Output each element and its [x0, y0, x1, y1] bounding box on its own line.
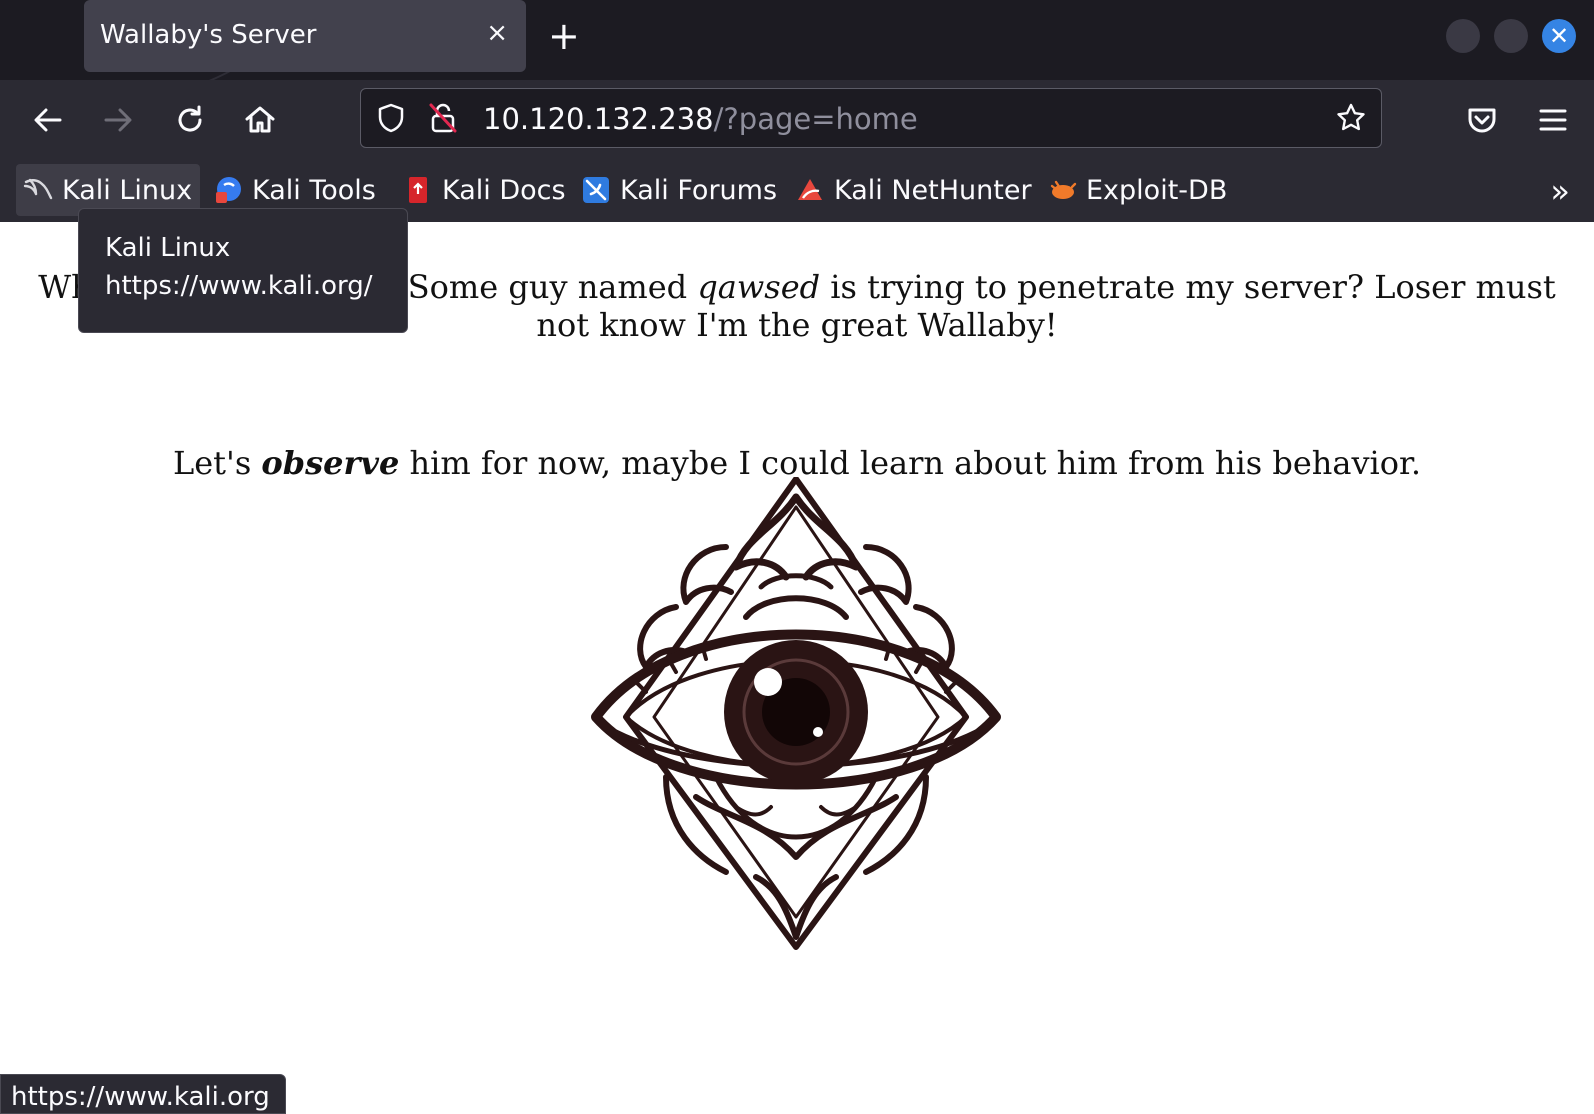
- close-window-button[interactable]: ✕: [1542, 19, 1576, 53]
- title-bar: Wallaby's Server × + ✕: [0, 0, 1594, 80]
- pocket-icon: [1468, 108, 1496, 133]
- bookmark-kali-nethunter[interactable]: Kali NetHunter: [788, 164, 1040, 216]
- insecure-lock-icon[interactable]: [427, 101, 459, 135]
- all-seeing-eye-image: [591, 477, 1001, 950]
- kali-dragon-icon: [22, 174, 54, 206]
- back-button[interactable]: [30, 102, 66, 138]
- reload-icon: [178, 105, 202, 132]
- pocket-button[interactable]: [1464, 102, 1500, 138]
- url-path: /?page=home: [713, 102, 918, 136]
- bookmark-label: Kali Forums: [620, 174, 778, 206]
- tab-wallabys-server[interactable]: Wallaby's Server ×: [84, 0, 526, 72]
- page-content: What the heck is this? Some guy named qa…: [0, 222, 1594, 1106]
- forward-button[interactable]: [100, 102, 136, 138]
- home-icon: [245, 106, 275, 133]
- arrow-left-icon: [34, 108, 62, 132]
- bookmarks-overflow-chevron-icon[interactable]: »: [1550, 172, 1570, 210]
- tab-title: Wallaby's Server: [100, 20, 317, 50]
- bookmark-label: Exploit-DB: [1086, 174, 1228, 206]
- url-bar[interactable]: 10.120.132.238/?page=home: [360, 88, 1382, 148]
- status-bar-link-preview: https://www.kali.org: [0, 1074, 286, 1114]
- home-button[interactable]: [242, 102, 278, 138]
- bookmark-kali-docs[interactable]: Kali Docs: [396, 164, 574, 216]
- arrow-right-icon: [104, 108, 132, 132]
- bookmark-label: Kali Docs: [442, 174, 566, 206]
- intro-emphasis: qawsed: [697, 268, 821, 306]
- app-menu-button[interactable]: [1535, 102, 1571, 138]
- observe-emphasis: observe: [261, 444, 400, 482]
- bookmark-label: Kali Linux: [62, 174, 193, 206]
- new-tab-button[interactable]: +: [548, 14, 580, 58]
- close-tab-icon[interactable]: ×: [486, 18, 508, 48]
- url-text[interactable]: 10.120.132.238/?page=home: [483, 102, 918, 136]
- kali-tools-icon: [212, 174, 244, 206]
- observe-text-start: Let's: [172, 444, 262, 482]
- bookmark-star-icon[interactable]: [1335, 102, 1367, 134]
- navigation-toolbar: 10.120.132.238/?page=home: [0, 80, 1594, 160]
- exploit-db-icon: [1046, 174, 1078, 206]
- bookmark-label: Kali Tools: [252, 174, 376, 206]
- bookmark-exploit-db[interactable]: Exploit-DB: [1040, 164, 1235, 216]
- reload-button[interactable]: [172, 102, 208, 138]
- minimize-button[interactable]: [1446, 19, 1480, 53]
- kali-docs-icon: [402, 174, 434, 206]
- url-host: 10.120.132.238: [483, 102, 714, 136]
- bookmark-label: Kali NetHunter: [834, 174, 1032, 206]
- kali-nethunter-icon: [794, 174, 826, 206]
- kali-forums-icon: [580, 174, 612, 206]
- shield-icon[interactable]: [375, 102, 407, 134]
- tooltip-url: https://www.kali.org/: [105, 271, 373, 301]
- maximize-button[interactable]: [1494, 19, 1528, 53]
- bookmark-kali-forums[interactable]: Kali Forums: [574, 164, 785, 216]
- tooltip-title: Kali Linux: [105, 233, 231, 263]
- bookmark-tooltip: Kali Linux https://www.kali.org/: [78, 208, 408, 333]
- hamburger-menu-icon: [1539, 109, 1567, 131]
